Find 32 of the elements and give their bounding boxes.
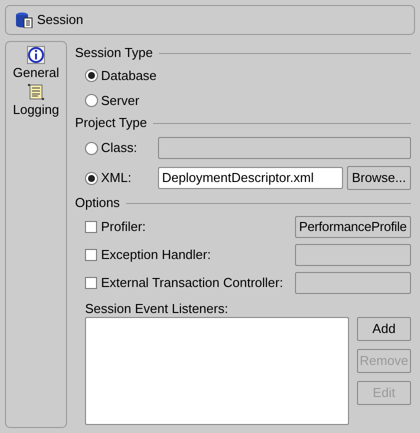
checkbox-label: External Transaction Controller: bbox=[101, 274, 284, 292]
checkbox-label: Exception Handler: bbox=[101, 246, 212, 264]
list-label: Session Event Listeners: bbox=[84, 300, 230, 317]
section-title: Options bbox=[75, 194, 120, 212]
checkbox[interactable] bbox=[85, 221, 97, 233]
radio-label: Class: bbox=[101, 139, 138, 158]
browse-button[interactable]: Browse... bbox=[346, 166, 411, 190]
class-field[interactable] bbox=[158, 137, 411, 159]
option-field[interactable] bbox=[295, 272, 411, 294]
listener-list[interactable] bbox=[85, 317, 349, 425]
radio-button[interactable] bbox=[85, 172, 98, 184]
option-field[interactable]: PerformanceProfile bbox=[295, 216, 411, 238]
nav-tab[interactable]: General bbox=[10, 46, 62, 81]
list-action-button[interactable]: Add bbox=[357, 317, 411, 341]
section-title: Session Type bbox=[75, 44, 153, 62]
checkbox-label: Profiler: bbox=[101, 218, 147, 236]
log-icon bbox=[27, 83, 45, 101]
xml-path-field[interactable]: DeploymentDescriptor.xml bbox=[158, 167, 343, 189]
radio-button[interactable] bbox=[85, 69, 98, 82]
checkbox[interactable] bbox=[85, 249, 97, 261]
section-title: Project Type bbox=[75, 114, 148, 132]
radio-label: XML: bbox=[101, 169, 132, 188]
nav-tab[interactable]: Logging bbox=[10, 83, 62, 118]
checkbox[interactable] bbox=[85, 277, 97, 289]
option-field[interactable] bbox=[295, 244, 411, 266]
radio-button[interactable] bbox=[85, 142, 98, 154]
info-icon bbox=[27, 46, 45, 64]
radio-button[interactable] bbox=[85, 94, 98, 107]
radio-label: Server bbox=[101, 92, 140, 110]
radio-label: Database bbox=[101, 66, 157, 85]
database-document-icon bbox=[15, 12, 33, 28]
header-title: Session bbox=[37, 11, 84, 30]
